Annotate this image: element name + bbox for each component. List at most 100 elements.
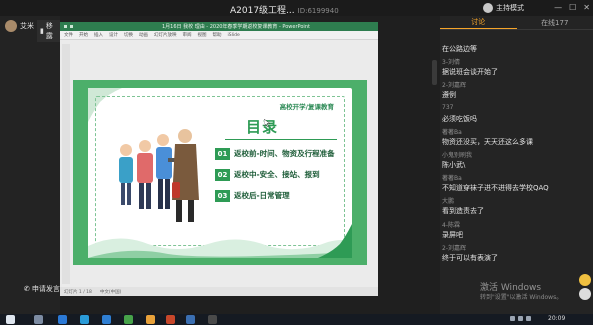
maximize-icon[interactable]: ☐: [569, 3, 576, 12]
scrollbar[interactable]: [432, 60, 437, 85]
volume-icon[interactable]: [518, 316, 523, 321]
message-text: 必须吃饭吗: [442, 114, 477, 123]
ribbon-tab[interactable]: 审阅: [183, 32, 192, 38]
message-text: 据说班会谈开始了: [442, 68, 498, 77]
slide: 高校开学/复课教育 目录 01 返校前-时间、物资及行程准备 02 返校中-安全…: [73, 80, 367, 265]
reaction-bar: [579, 274, 591, 300]
chat-message: 4-陈霖 录屏吧: [442, 220, 590, 243]
tool-label: 移露: [45, 22, 53, 40]
save-icon[interactable]: [64, 25, 67, 28]
toc-number: 03: [215, 189, 230, 202]
ribbon-tab[interactable]: 插入: [94, 32, 103, 38]
apply-label: 申请发言: [31, 285, 60, 293]
slide-counter: 幻灯片 1 / 18: [64, 289, 92, 295]
ribbon-tab[interactable]: 动画: [139, 32, 148, 38]
undo-icon[interactable]: [70, 25, 73, 28]
ribbon-tab[interactable]: 切换: [124, 32, 133, 38]
sender-name: 3-刘倩: [442, 59, 460, 67]
phone-icon: ✆: [24, 285, 30, 293]
clock[interactable]: 20:09: [548, 315, 565, 322]
sender-name: 2-刘嘉辉: [442, 244, 466, 252]
ppt-ribbon: 文件 开始 插入 设计 切换 动画 幻灯片放映 审阅 视图 帮助 iSlide: [60, 31, 378, 40]
mouse-cursor-icon: [264, 119, 270, 127]
leaf-decoration: [318, 224, 352, 258]
search-icon[interactable]: [34, 315, 43, 324]
message-text: 陈小武\: [442, 160, 466, 169]
powerpoint-icon[interactable]: [166, 315, 175, 324]
toc-text: 返校前-时间、物资及行程准备: [234, 149, 335, 158]
apply-speak-button[interactable]: ✆ 申请发言: [24, 284, 60, 294]
window-title: A2017级工程... ID:6199940: [230, 3, 339, 16]
sender-name: 737: [442, 103, 454, 111]
message-text: 遵例: [442, 91, 456, 100]
smiley-icon[interactable]: [579, 274, 591, 286]
start-icon[interactable]: [6, 315, 15, 324]
tab-discussion[interactable]: 讨论: [440, 16, 517, 29]
message-text: 物资还没买，天天还这么多课: [442, 137, 533, 146]
slide-thumbnail-strip[interactable]: [62, 44, 70, 284]
ribbon-tab[interactable]: 设计: [109, 32, 118, 38]
class-title: A2017级工程...: [230, 6, 295, 16]
chat-message: 大鹏 看到造责去了: [442, 196, 590, 219]
ppt-title-bar: 1月16日 我校 理由 - 2020年春季学期返校复课教育 - PowerPoi…: [60, 22, 378, 31]
toc-number: 01: [215, 147, 230, 160]
host-mode[interactable]: 主持模式: [483, 3, 524, 13]
chat-list: 在公路边等 3-刘倩 据说班会谈开始了 2-刘嘉辉 遵例 737 必须吃饭吗 著著Ba…: [442, 34, 590, 266]
tool-button[interactable]: ▮ 移露: [37, 20, 60, 42]
slide-subtitle: 高校开学/复课教育: [279, 103, 334, 111]
system-tray: [510, 316, 531, 321]
chat-message: 2-刘嘉辉 终于可以有表演了: [442, 243, 590, 266]
wechat-icon[interactable]: [124, 315, 133, 324]
user-name: 艾米: [20, 22, 34, 30]
language-status: 中文(中国): [99, 289, 122, 295]
avatar: [5, 20, 17, 32]
room-id: ID:6199940: [297, 7, 339, 15]
slide-title: 目录: [246, 118, 279, 136]
hills-decoration: [88, 238, 352, 258]
input-method-icon[interactable]: [526, 316, 531, 321]
mail-icon[interactable]: [102, 315, 111, 324]
toc-text: 返校中-安全、接站、报到: [234, 170, 320, 179]
minimize-icon[interactable]: —: [554, 3, 562, 12]
tab-online[interactable]: 在线177: [517, 16, 593, 29]
person-icon: ▮: [40, 27, 44, 35]
folder-icon[interactable]: [146, 315, 155, 324]
ribbon-tab[interactable]: 开始: [79, 32, 88, 38]
message-text: 终于可以有表演了: [442, 253, 498, 262]
chat-message: 3-刘倩 据说班会谈开始了: [442, 57, 590, 80]
title-underline: [225, 139, 337, 140]
title-bar: A2017级工程... ID:6199940 主持模式 — ☐ ✕: [0, 0, 593, 16]
message-text: 看到造责去了: [442, 207, 484, 216]
app-icon[interactable]: [208, 315, 217, 324]
toc-item: 03 返校后-日常管理: [215, 189, 290, 202]
ppt-doc-title: 1月16日 我校 理由 - 2020年春季学期返校复课教育 - PowerPoi…: [162, 24, 310, 30]
sender-name: 2-刘嘉辉: [442, 82, 466, 90]
ribbon-tab[interactable]: 帮助: [213, 32, 222, 38]
meeting-app-icon[interactable]: [186, 315, 195, 324]
ribbon-tab[interactable]: 视图: [198, 32, 207, 38]
chat-message: 著著Ba 不知道穿袜子进不进得去学校QAQ: [442, 173, 590, 196]
sender-name: [442, 34, 590, 44]
ribbon-tab[interactable]: 文件: [64, 32, 73, 38]
sender-name: 4-陈霖: [442, 221, 460, 229]
chat-panel: 讨论 在线177 在公路边等 3-刘倩 据说班会谈开始了 2-刘嘉辉 遵例 737 必…: [440, 16, 593, 314]
host-avatar: [483, 3, 493, 13]
ribbon-tab[interactable]: 幻灯片放映: [154, 32, 177, 38]
edge-icon[interactable]: [58, 315, 67, 324]
sender-name: 著著Ba: [442, 175, 462, 183]
sender-name: 小鬼别刷我: [442, 151, 473, 159]
close-icon[interactable]: ✕: [583, 3, 590, 12]
host-name: 主持模式: [496, 4, 524, 12]
chat-message: 著著Ba 物资还没买，天天还这么多课: [442, 127, 590, 150]
network-icon[interactable]: [510, 316, 515, 321]
ribbon-tab[interactable]: iSlide: [228, 33, 240, 38]
chat-tabs: 讨论 在线177: [440, 16, 593, 30]
message-text: 在公路边等: [442, 45, 477, 53]
students-illustration: [119, 129, 199, 222]
slide-canvas: 高校开学/复课教育 目录 01 返校前-时间、物资及行程准备 02 返校中-安全…: [88, 88, 352, 258]
chat-message: 737 必须吃饭吗: [442, 104, 590, 127]
window-controls: — ☐ ✕: [554, 3, 590, 12]
chat-toggle-icon[interactable]: [579, 288, 591, 300]
ppt-status-bar: 幻灯片 1 / 18 中文(中国): [60, 287, 378, 296]
browser-icon[interactable]: [80, 315, 89, 324]
